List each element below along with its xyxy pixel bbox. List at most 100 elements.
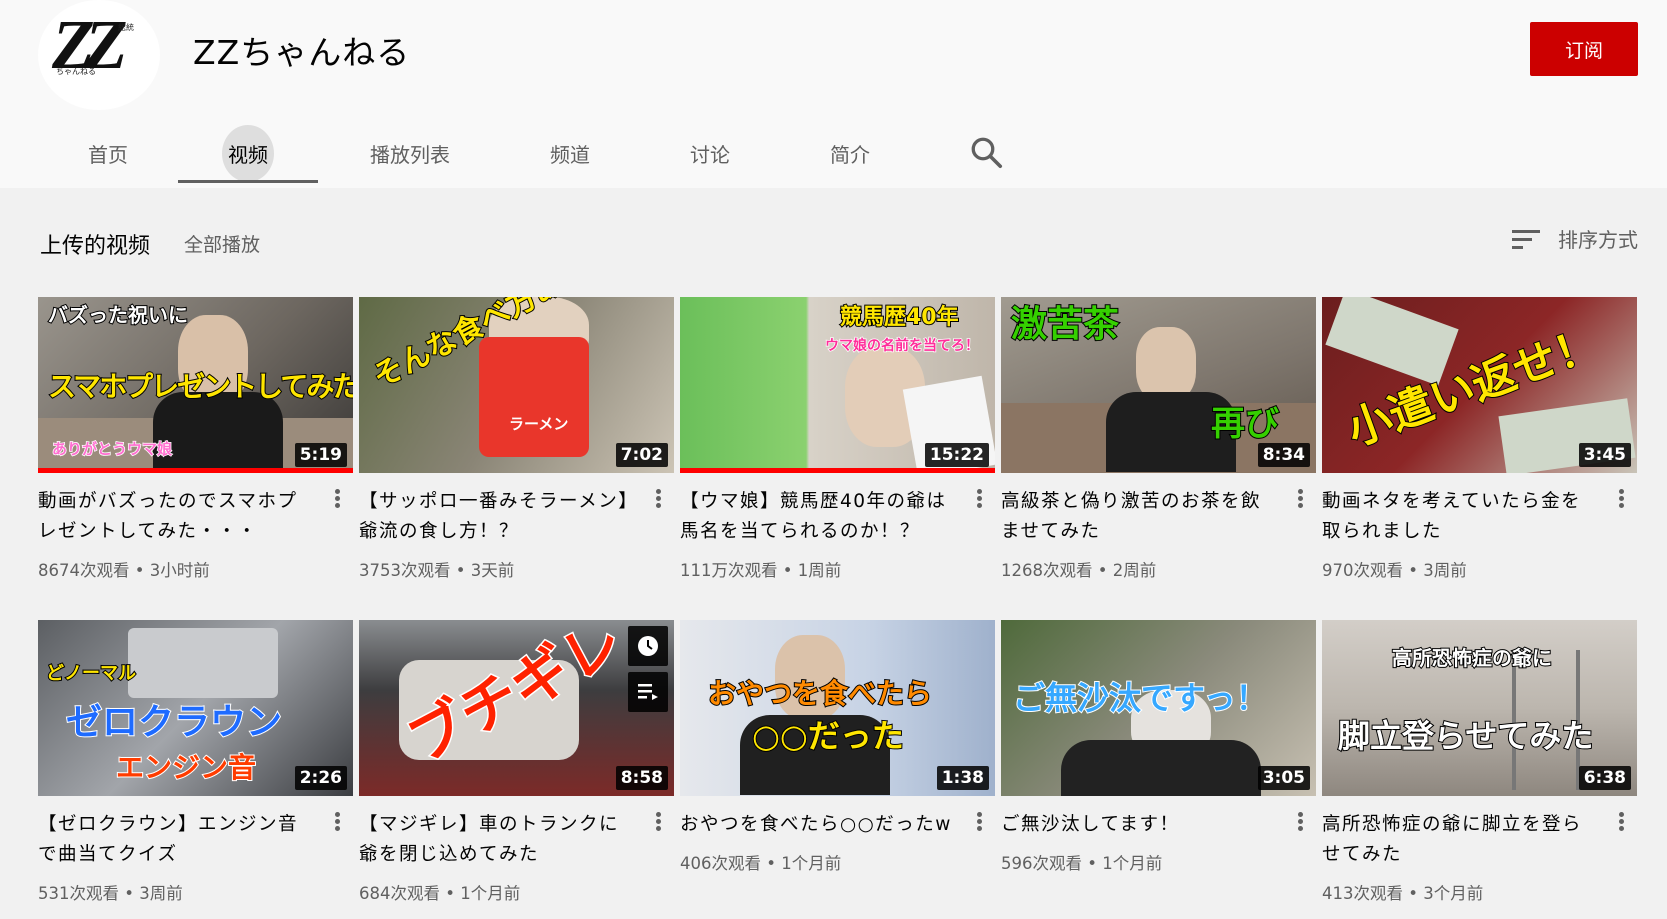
video-thumbnail[interactable]: ご無沙汰ですっ！ 3:05 [1001, 620, 1316, 796]
thumb-text: おやつを食べたら [707, 677, 933, 710]
video-title[interactable]: 【マジギレ】車のトランクに爺を閉じ込めてみた [359, 810, 637, 870]
avatar-small-top: 総統 [118, 23, 134, 32]
thumb-noodle-pack [479, 337, 589, 457]
upload-age: 3天前 [470, 561, 515, 580]
more-actions-icon[interactable] [971, 810, 987, 836]
channel-header: ZZ 総統 ちゃんねる ZZちゃんねる 订阅 首页 视频 播放列表 频道 讨论 … [0, 0, 1667, 188]
video-meta: 8674次观看 • 3小时前 [38, 561, 210, 580]
video-thumbnail[interactable]: 競馬歴40年 ウマ娘の名前を当てろ！ 15:22 [680, 297, 995, 473]
tab-about-label: 简介 [830, 142, 870, 167]
video-thumbnail[interactable]: バズった祝いに スマホプレゼントしてみた ありがとうウマ娘 5:19 [38, 297, 353, 473]
tab-playlists-label: 播放列表 [370, 142, 450, 167]
view-count: 413次观看 [1322, 884, 1403, 903]
video-duration: 1:38 [936, 766, 989, 790]
queue-icon [638, 684, 658, 700]
more-actions-icon[interactable] [650, 487, 666, 513]
view-count: 596次观看 [1001, 854, 1082, 873]
more-actions-icon[interactable] [971, 487, 987, 513]
video-meta: 1268次观看 • 2周前 [1001, 561, 1157, 580]
video-meta: 970次观看 • 3周前 [1322, 561, 1467, 580]
view-count: 111万次观看 [680, 561, 778, 580]
upload-age: 2周前 [1112, 561, 1157, 580]
thumb-text: 激苦茶 [1010, 304, 1120, 345]
search-icon[interactable] [968, 134, 1004, 170]
more-actions-icon[interactable] [329, 487, 345, 513]
upload-age: 3周前 [139, 884, 183, 903]
video-duration: 7:02 [615, 443, 668, 467]
more-actions-icon[interactable] [650, 810, 666, 836]
subscribe-button[interactable]: 订阅 [1530, 22, 1638, 76]
view-count: 531次观看 [38, 884, 119, 903]
video-meta: 531次观看 • 3周前 [38, 884, 183, 903]
videos-content: 上传的视频 全部播放 排序方式 バズった祝いに スマホプレゼントしてみた ありが… [0, 188, 1667, 919]
watch-progress-bar [680, 468, 995, 473]
video-title[interactable]: 【ゼロクラウン】エンジン音で曲当てクイズ [38, 810, 316, 870]
more-actions-icon[interactable] [1292, 810, 1308, 836]
video-card: そんな食べ方あり？ ラーメン 7:02 【サッポロ一番みそラーメン】爺流の食し方… [359, 297, 674, 581]
video-meta: 111万次观看 • 1周前 [680, 561, 842, 580]
thumb-text: ありがとうウマ娘 [51, 440, 173, 458]
video-duration: 15:22 [924, 443, 989, 467]
video-duration: 6:38 [1578, 766, 1631, 790]
tab-videos[interactable]: 视频 [208, 118, 288, 188]
thumb-body [1061, 740, 1261, 796]
thumb-text: ご無沙汰ですっ！ [1012, 679, 1269, 717]
thumb-text: スマホプレゼントしてみた [47, 370, 353, 403]
video-duration: 5:19 [294, 443, 347, 467]
thumb-face [1136, 327, 1196, 402]
video-thumbnail[interactable]: おやつを食べたら ○○だった 1:38 [680, 620, 995, 796]
video-title[interactable]: 動画がバズったのでスマホプレゼントしてみた・・・ [38, 487, 316, 547]
more-actions-icon[interactable] [329, 810, 345, 836]
tab-home[interactable]: 首页 [68, 118, 148, 188]
channel-avatar[interactable]: ZZ 総統 ちゃんねる [38, 0, 160, 110]
play-all-link[interactable]: 全部播放 [184, 230, 260, 257]
thumb-text: バズった祝いに [47, 303, 189, 327]
video-thumbnail[interactable]: 激苦茶 再び 8:34 [1001, 297, 1316, 473]
tab-videos-label: 视频 [222, 124, 274, 182]
thumb-text: 高所恐怖症の爺に [1391, 646, 1553, 670]
view-count: 406次观看 [680, 854, 761, 873]
tab-channels-label: 频道 [550, 142, 590, 167]
channel-tabs: 首页 视频 播放列表 频道 讨论 简介 [0, 118, 1667, 188]
thumb-body [153, 392, 283, 472]
video-thumbnail[interactable]: どノーマル ゼロクラウン エンジン音 2:26 [38, 620, 353, 796]
video-thumbnail[interactable]: ブチギレ 8:58 [359, 620, 674, 796]
clock-icon [638, 636, 658, 656]
video-thumbnail[interactable]: 小遣い返せ！ 3:45 [1322, 297, 1637, 473]
video-title[interactable]: 高所恐怖症の爺に脚立を登らせてみた [1322, 810, 1600, 870]
video-card: 競馬歴40年 ウマ娘の名前を当てろ！ 15:22 【ウマ娘】競馬歴40年の爺は馬… [680, 297, 995, 581]
more-actions-icon[interactable] [1613, 487, 1629, 513]
upload-age: 1周前 [797, 561, 842, 580]
tab-discussion[interactable]: 讨论 [670, 118, 750, 188]
video-card: 激苦茶 再び 8:34 高級茶と偽り激苦のお茶を飲ませてみた 1268次观看 •… [1001, 297, 1316, 581]
tab-playlists[interactable]: 播放列表 [345, 118, 475, 188]
video-card: どノーマル ゼロクラウン エンジン音 2:26 【ゼロクラウン】エンジン音で曲当… [38, 620, 353, 904]
upload-age: 3个月前 [1423, 884, 1484, 903]
video-thumbnail[interactable]: そんな食べ方あり？ ラーメン 7:02 [359, 297, 674, 473]
add-to-queue-icon[interactable] [628, 672, 668, 712]
video-title[interactable]: 高級茶と偽り激苦のお茶を飲ませてみた [1001, 487, 1279, 547]
video-card: ブチギレ 8:58 【マジギレ】車のトランクに爺を閉じ込めてみた 684次观看 [359, 620, 674, 904]
video-duration: 3:05 [1257, 766, 1310, 790]
thumb-engine [128, 628, 278, 698]
video-title[interactable]: 【サッポロ一番みそラーメン】爺流の食し方！？ [359, 487, 637, 547]
sort-label: 排序方式 [1558, 228, 1638, 252]
upload-age: 1个月前 [781, 854, 842, 873]
video-card: バズった祝いに スマホプレゼントしてみた ありがとうウマ娘 5:19 動画がバズ… [38, 297, 353, 581]
tab-channels[interactable]: 频道 [530, 118, 610, 188]
video-title[interactable]: 【ウマ娘】競馬歴40年の爺は馬名を当てられるのか！？ [680, 487, 958, 547]
upload-age: 1个月前 [1102, 854, 1163, 873]
thumb-text: 再び [1210, 404, 1280, 444]
watch-progress-bar [38, 468, 353, 473]
video-meta: 406次观看 • 1个月前 [680, 854, 842, 873]
video-title[interactable]: 動画ネタを考えていたら金を取られました [1322, 487, 1600, 547]
watch-later-icon[interactable] [628, 626, 668, 666]
more-actions-icon[interactable] [1292, 487, 1308, 513]
thumb-text: エンジン音 [115, 751, 257, 784]
sort-button[interactable]: 排序方式 [1512, 224, 1638, 253]
tab-about[interactable]: 简介 [810, 118, 890, 188]
video-thumbnail[interactable]: 高所恐怖症の爺に 脚立登らせてみた 6:38 [1322, 620, 1637, 796]
more-actions-icon[interactable] [1613, 810, 1629, 836]
upload-age: 3周前 [1423, 561, 1467, 580]
sort-icon [1512, 229, 1540, 249]
